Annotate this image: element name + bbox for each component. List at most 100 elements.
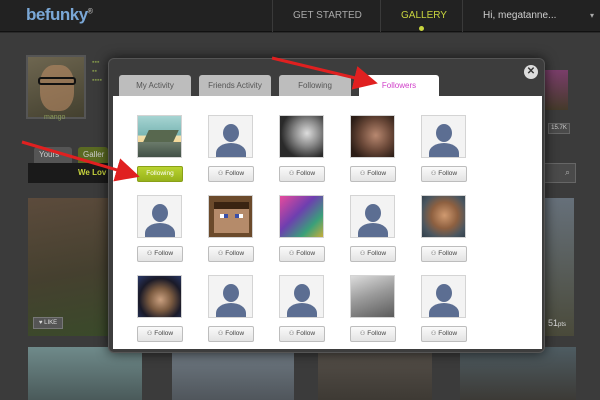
people-icon: ⚇ [217,251,224,257]
follower-avatar[interactable] [137,275,182,318]
bg-like-label: LIKE [44,320,58,326]
people-icon: ⚇ [430,251,437,257]
photo-kiss [351,276,394,317]
bg-tab-yours: Yours [34,147,72,163]
follow-button-label: Follow [296,170,316,177]
tab-followers[interactable]: Followers [359,75,439,97]
follow-button[interactable]: ⚇ Follow [421,326,467,342]
follow-button[interactable]: ⚇ Follow [137,326,183,342]
photo-minecraft [209,196,252,237]
default-avatar-icon [422,116,465,157]
follow-button[interactable]: ⚇ Follow [350,166,396,182]
avatar-shoulders [216,303,246,317]
profile-username: mango [44,114,66,121]
avatar-head [294,284,310,302]
follow-button-label: Follow [154,250,174,257]
nav-user-menu[interactable]: Hi, megatanne... ▾ [462,0,600,32]
photo-guy-bw [280,116,323,157]
follow-button[interactable]: ⚇ Follow [279,326,325,342]
avatar-head [436,124,452,142]
avatar-shoulders [429,303,459,317]
follow-button-label: Follow [296,330,316,337]
avatar-head [436,284,452,302]
bg-side-photo [544,70,568,110]
follower-avatar[interactable] [208,275,253,318]
follow-button[interactable]: ⚇ Follow [421,166,467,182]
bg-gallery-photo [544,198,574,336]
follow-button-label: Follow [438,170,458,177]
follow-button-label: Follow [296,250,316,257]
avatar-glasses [38,77,76,85]
bg-points-label: 51pts [548,318,566,328]
follow-button-label: Follow [225,330,245,337]
tab-following[interactable]: Following [279,75,351,97]
follow-button-label: Following [146,170,174,177]
follower-avatar[interactable] [421,195,466,238]
photo-colorful [280,196,323,237]
photo-building [138,116,181,157]
follower-avatar[interactable] [137,115,182,158]
bg-gallery-photo [28,198,108,336]
people-icon: ⚇ [217,171,224,177]
nav-get-started-label: GET STARTED [293,10,362,21]
default-avatar-icon [209,116,252,157]
follower-avatar[interactable] [350,275,395,318]
logo-trademark: ® [87,8,93,16]
follow-button[interactable]: ⚇ Follow [421,246,467,262]
avatar-shoulders [429,143,459,157]
people-icon: ⚇ [359,171,366,177]
bg-gallery-photo [28,347,142,400]
follower-avatar[interactable] [137,195,182,238]
follow-button-label: Follow [367,170,387,177]
avatar-head [365,204,381,222]
active-indicator-dot [419,26,424,31]
nav-gallery-label: GALLERY [401,10,447,21]
chevron-down-icon: ▾ [589,11,594,20]
befunky-logo[interactable]: befunky® [26,5,93,25]
follow-button[interactable]: ⚇ Follow [208,246,254,262]
follower-avatar[interactable] [279,195,324,238]
people-icon: ⚇ [217,331,224,337]
follow-button[interactable]: ⚇ Follow [350,246,396,262]
avatar-shoulders [287,303,317,317]
followers-list: Following ⚇ Follow ⚇ Follow ⚇ Follow ⚇ Follow ⚇ Fo… [113,96,542,349]
nav-get-started[interactable]: GET STARTED [272,0,376,32]
close-icon[interactable]: ✕ [524,65,538,79]
nav-gallery[interactable]: GALLERY [380,0,462,32]
follower-avatar[interactable] [279,115,324,158]
follow-button[interactable]: ⚇ Follow [208,326,254,342]
follow-button-label: Follow [438,330,458,337]
people-icon: ⚇ [430,171,437,177]
people-icon: ⚇ [288,331,295,337]
avatar-shoulders [145,223,175,237]
follow-button[interactable]: ⚇ Follow [279,246,325,262]
follow-button[interactable]: ⚇ Follow [137,246,183,262]
default-avatar-icon [422,276,465,317]
follower-avatar[interactable] [350,195,395,238]
avatar-head [223,284,239,302]
following-button[interactable]: Following [137,166,183,182]
default-avatar-icon [351,196,394,237]
people-icon: ⚇ [288,171,295,177]
follower-avatar[interactable] [208,195,253,238]
default-avatar-icon [138,196,181,237]
follower-avatar[interactable] [279,275,324,318]
follower-avatar[interactable] [421,115,466,158]
follower-avatar[interactable] [350,115,395,158]
bg-we-love-bar: We Lov [28,163,110,183]
follower-avatar[interactable] [421,275,466,318]
logo-text: befunky [26,5,88,24]
photo-asian [138,276,181,317]
follow-button[interactable]: ⚇ Follow [350,326,396,342]
follow-button[interactable]: ⚇ Follow [279,166,325,182]
profile-avatar [26,55,86,119]
people-icon: ⚇ [430,331,437,337]
follow-button-label: Follow [225,170,245,177]
people-icon: ⚇ [146,331,153,337]
avatar-face [40,65,74,111]
tab-my-activity[interactable]: My Activity [119,75,191,97]
follower-avatar[interactable] [208,115,253,158]
follow-button[interactable]: ⚇ Follow [208,166,254,182]
default-avatar-icon [280,276,323,317]
tab-friends-activity[interactable]: Friends Activity [199,75,271,97]
